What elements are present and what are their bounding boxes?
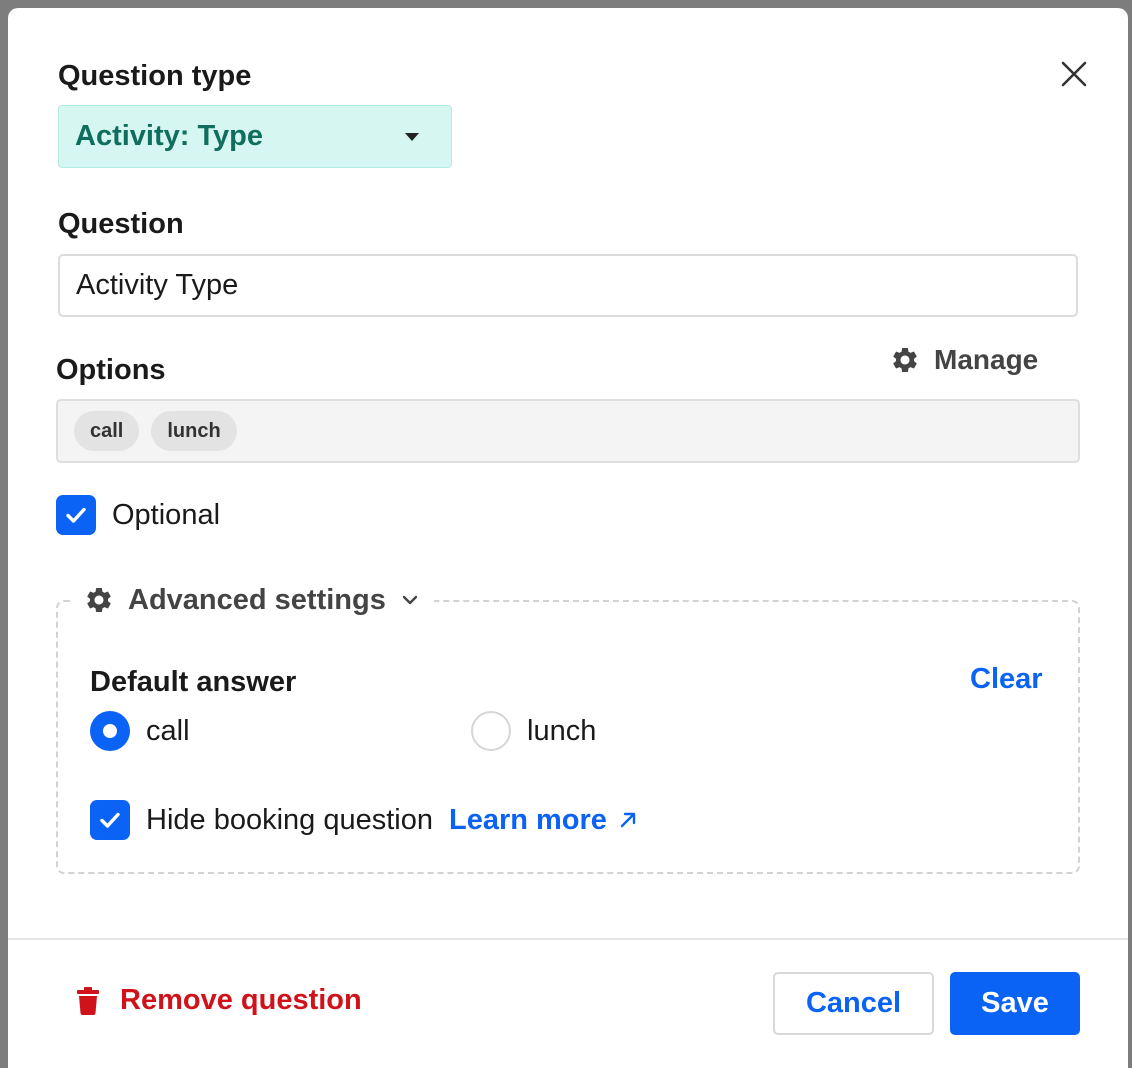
gear-icon xyxy=(87,588,111,612)
footer-divider xyxy=(8,938,1128,940)
hide-booking-row: Hide booking question Learn more xyxy=(90,800,639,840)
checkmark-icon xyxy=(100,812,120,828)
options-list: call lunch xyxy=(56,399,1080,463)
question-input[interactable] xyxy=(58,254,1078,317)
question-type-select[interactable]: Activity: Type xyxy=(58,105,452,168)
optional-label: Optional xyxy=(112,498,221,531)
advanced-settings-title: Advanced settings xyxy=(128,583,386,616)
caret-down-icon xyxy=(405,133,419,141)
learn-more-label: Learn more xyxy=(448,803,607,836)
cancel-button[interactable]: Cancel xyxy=(773,972,934,1035)
edit-question-modal: Question type Activity: Type Question Op… xyxy=(8,8,1128,1068)
external-link-icon xyxy=(620,812,636,828)
optional-row: Optional xyxy=(56,495,220,535)
remove-question-label: Remove question xyxy=(120,984,362,1016)
default-answer-radio-call[interactable]: call xyxy=(90,711,190,751)
hide-booking-checkbox[interactable] xyxy=(90,800,130,840)
question-label: Question xyxy=(58,208,184,240)
radio-label: lunch xyxy=(527,714,597,747)
save-button[interactable]: Save xyxy=(950,972,1080,1035)
manage-options-button[interactable]: Manage xyxy=(890,340,1038,380)
gear-icon xyxy=(893,348,917,372)
hide-booking-label: Hide booking question xyxy=(146,803,433,836)
trash-icon xyxy=(77,986,99,1015)
manage-label: Manage xyxy=(934,344,1039,375)
option-chip[interactable]: call xyxy=(74,411,140,451)
question-type-value: Activity: Type xyxy=(75,120,264,152)
close-button[interactable] xyxy=(1054,54,1094,94)
default-answer-label: Default answer xyxy=(90,666,297,698)
checkmark-icon xyxy=(66,507,86,523)
default-answer-radio-lunch[interactable]: lunch xyxy=(471,711,596,751)
question-type-label: Question type xyxy=(58,60,252,92)
chevron-down-icon xyxy=(402,595,418,605)
close-icon xyxy=(1061,61,1087,87)
optional-checkbox[interactable] xyxy=(56,495,96,535)
advanced-settings-toggle[interactable]: Advanced settings xyxy=(74,580,434,620)
radio-unselected xyxy=(471,711,511,751)
options-label: Options xyxy=(56,354,166,386)
learn-more-link[interactable]: Learn more xyxy=(449,804,639,837)
radio-selected xyxy=(90,711,130,751)
clear-default-button[interactable]: Clear xyxy=(970,663,1043,696)
radio-label: call xyxy=(146,714,190,747)
option-chip[interactable]: lunch xyxy=(151,411,237,451)
remove-question-button[interactable]: Remove question xyxy=(76,984,362,1017)
